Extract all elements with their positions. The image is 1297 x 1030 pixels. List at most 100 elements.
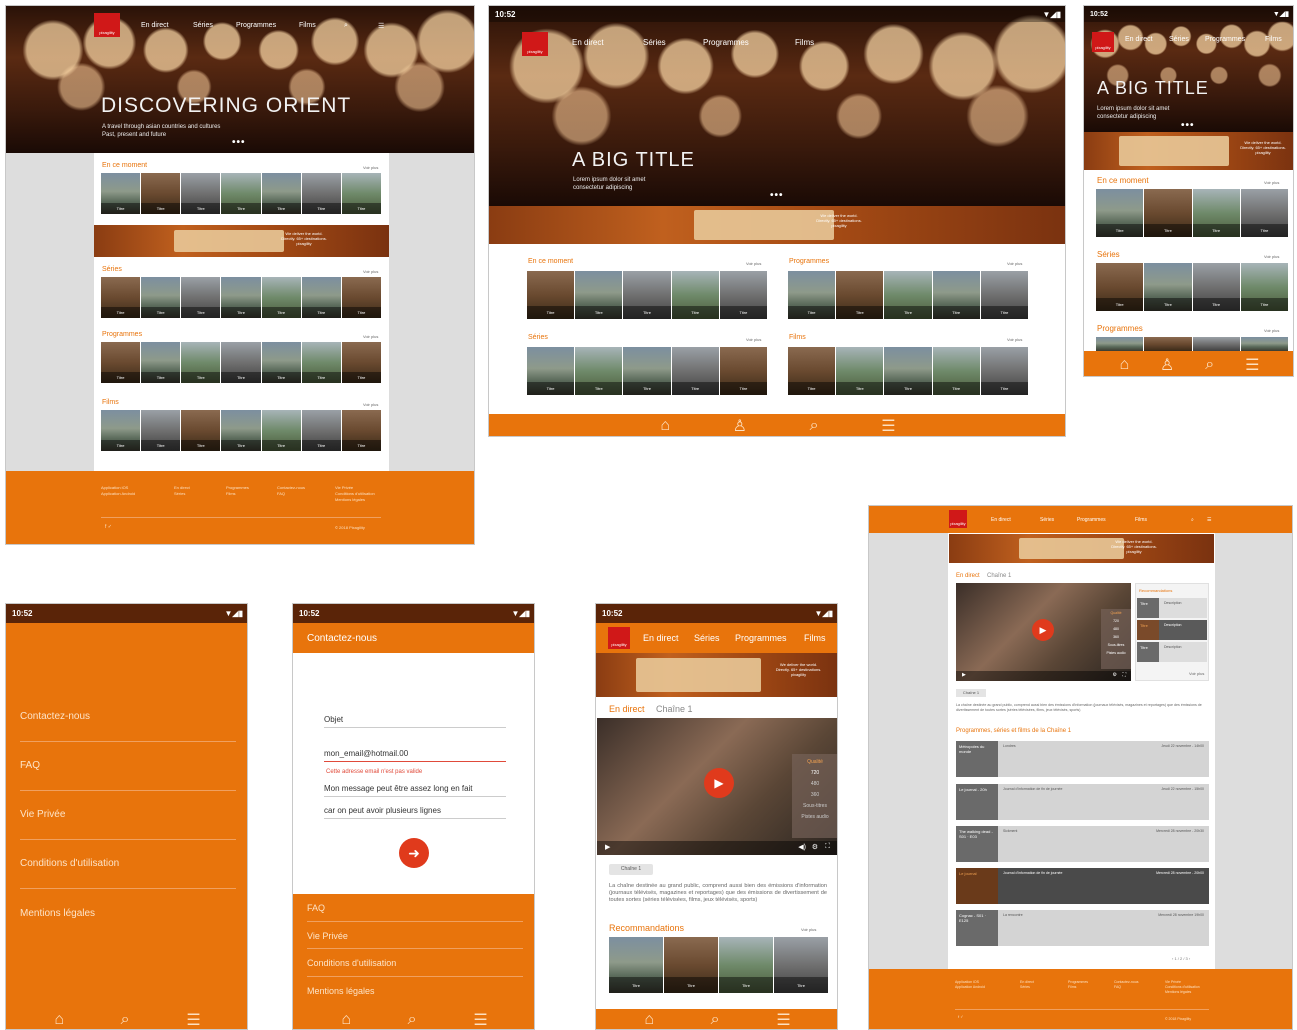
search-icon[interactable]: ⌕: [408, 1011, 417, 1029]
thumbnail[interactable]: Titre: [301, 410, 341, 451]
quality-option[interactable]: 360: [792, 790, 837, 801]
channel-chip[interactable]: Chaîne 1: [609, 864, 653, 875]
pagination[interactable]: ‹ 1 / 2 / 3 ›: [1172, 956, 1190, 961]
thumbnail[interactable]: Titre: [836, 347, 884, 395]
quality-option[interactable]: 480: [792, 779, 837, 790]
carousel-dots[interactable]: •••: [770, 190, 784, 201]
footer-link[interactable]: Films: [1068, 985, 1088, 990]
thumbnail[interactable]: Titre: [774, 937, 828, 993]
thumbnail[interactable]: Titre: [884, 347, 932, 395]
channel-chip[interactable]: Chaîne 1: [956, 689, 986, 697]
see-more-link[interactable]: Voir plus: [746, 337, 761, 342]
search-icon[interactable]: ⌕: [121, 1011, 130, 1029]
subtitles-option[interactable]: Sous-titres: [1101, 641, 1131, 649]
brand-logo[interactable]: pixagility: [1092, 32, 1114, 52]
gear-icon[interactable]: ⚙: [812, 843, 818, 851]
video-player[interactable]: ▶ Qualité 720 480 360 Sous-titres Pistes…: [956, 583, 1131, 681]
play-button[interactable]: ▶: [1032, 619, 1054, 641]
home-icon[interactable]: ⌂: [341, 1011, 351, 1029]
thumbnail[interactable]: Titre: [301, 173, 341, 214]
thumbnail[interactable]: Titre: [575, 347, 623, 395]
thumbnail[interactable]: Titre: [884, 271, 932, 319]
thumbnail[interactable]: Titre: [261, 277, 301, 318]
user-icon[interactable]: ♙: [733, 416, 747, 436]
menu-icon[interactable]: ☰: [776, 1010, 790, 1029]
nav-programs[interactable]: Programmes: [1077, 517, 1106, 523]
quality-option[interactable]: 360: [1101, 633, 1131, 641]
nav-series[interactable]: Séries: [643, 38, 666, 47]
quality-option[interactable]: 720: [792, 768, 837, 779]
subject-field[interactable]: Objet: [324, 715, 506, 728]
subtitles-option[interactable]: Sous-titres: [792, 801, 837, 812]
thumbnail[interactable]: Titre: [141, 277, 181, 318]
program-row[interactable]: Métropoles du monde Londres Jeudi 22 nove…: [956, 741, 1209, 777]
nav-programs[interactable]: Programmes: [703, 38, 749, 47]
footer-link-terms[interactable]: Conditions d'utilisation: [293, 958, 534, 968]
thumbnail[interactable]: Titre: [719, 271, 768, 319]
search-icon[interactable]: ⌕: [1191, 517, 1194, 523]
quality-option[interactable]: 480: [1101, 625, 1131, 633]
thumbnail[interactable]: Titre: [980, 347, 1029, 395]
nav-live[interactable]: En direct: [572, 38, 604, 47]
footer-link[interactable]: FAQ: [277, 491, 305, 497]
thumbnail[interactable]: Titre: [261, 173, 301, 214]
play-icon[interactable]: ▶: [605, 844, 610, 851]
video-player[interactable]: ▶ Qualité 720 480 360 Sous-titres Pistes…: [597, 718, 837, 855]
program-row[interactable]: Cognac - S01 · E125 La rencontre Mercredi…: [956, 910, 1209, 946]
nav-programs[interactable]: Programmes: [236, 22, 276, 29]
ad-banner[interactable]: We deliver the world. Directly. 65+ desti…: [1084, 132, 1293, 170]
see-more-link[interactable]: Voir plus: [1264, 254, 1279, 259]
see-more-link[interactable]: Voir plus: [746, 261, 761, 266]
see-more-link[interactable]: Voir plus: [363, 165, 378, 170]
footer-link[interactable]: Mentions légales: [335, 497, 375, 503]
footer-link[interactable]: Application Android: [955, 985, 985, 990]
audio-option[interactable]: Pistes audio: [792, 812, 837, 823]
audio-option[interactable]: Pistes audio: [1101, 649, 1131, 657]
thumbnail[interactable]: Titre: [221, 410, 261, 451]
thumbnail[interactable]: Titre: [341, 173, 381, 214]
home-icon[interactable]: ⌂: [54, 1011, 64, 1029]
thumbnail[interactable]: Titre: [181, 410, 221, 451]
search-icon[interactable]: ⌕: [1205, 356, 1214, 374]
nav-live[interactable]: En direct: [643, 633, 679, 643]
thumbnail[interactable]: Titre: [341, 410, 381, 451]
thumbnail[interactable]: Titre: [1240, 263, 1288, 311]
thumbnail[interactable]: Titre: [101, 410, 141, 451]
thumbnail[interactable]: Titre: [141, 173, 181, 214]
footer-link[interactable]: Application Android: [101, 491, 135, 497]
see-more-link[interactable]: Voir plus: [1264, 328, 1279, 333]
nav-series[interactable]: Séries: [193, 22, 213, 29]
fullscreen-icon[interactable]: ⛶: [825, 843, 830, 851]
thumbnail[interactable]: Titre: [101, 173, 141, 214]
menu-item-contact[interactable]: Contactez-nous: [6, 711, 247, 722]
ad-banner[interactable]: We deliver the world. Directly. 65+ desti…: [596, 653, 837, 697]
nav-films[interactable]: Films: [299, 22, 316, 29]
program-row[interactable]: Le journal Journal d'information de fin …: [956, 868, 1209, 904]
thumbnail[interactable]: Titre: [527, 347, 575, 395]
ad-banner[interactable]: We deliver the world. Directly. 65+ desti…: [94, 225, 389, 257]
nav-live[interactable]: En direct: [1125, 36, 1153, 43]
thumbnail[interactable]: [1144, 337, 1192, 351]
nav-films[interactable]: Films: [1265, 36, 1282, 43]
see-more-link[interactable]: Voir plus: [363, 402, 378, 407]
thumbnail[interactable]: Titre: [301, 342, 341, 383]
rec-item[interactable]: Titre Description: [1137, 642, 1207, 662]
gear-icon[interactable]: ⚙: [1113, 672, 1117, 678]
menu-icon[interactable]: ☰: [473, 1010, 487, 1029]
footer-link[interactable]: Séries: [174, 491, 190, 497]
thumbnail[interactable]: Titre: [575, 271, 623, 319]
quality-menu[interactable]: Qualité 720 480 360 Sous-titres Pistes a…: [792, 754, 837, 838]
email-field[interactable]: mon_email@hotmail.00: [324, 749, 506, 762]
thumbnail[interactable]: Titre: [836, 271, 884, 319]
thumbnail[interactable]: Titre: [141, 342, 181, 383]
thumbnail[interactable]: Titre: [261, 410, 301, 451]
nav-films[interactable]: Films: [804, 633, 826, 643]
thumbnail[interactable]: Titre: [719, 347, 768, 395]
thumbnail[interactable]: Titre: [341, 277, 381, 318]
nav-live[interactable]: En direct: [991, 517, 1011, 523]
thumbnail[interactable]: [1240, 337, 1288, 351]
thumbnail[interactable]: Titre: [221, 173, 261, 214]
thumbnail[interactable]: Titre: [1096, 263, 1144, 311]
thumbnail[interactable]: Titre: [980, 271, 1029, 319]
carousel-dots[interactable]: •••: [1181, 120, 1195, 131]
